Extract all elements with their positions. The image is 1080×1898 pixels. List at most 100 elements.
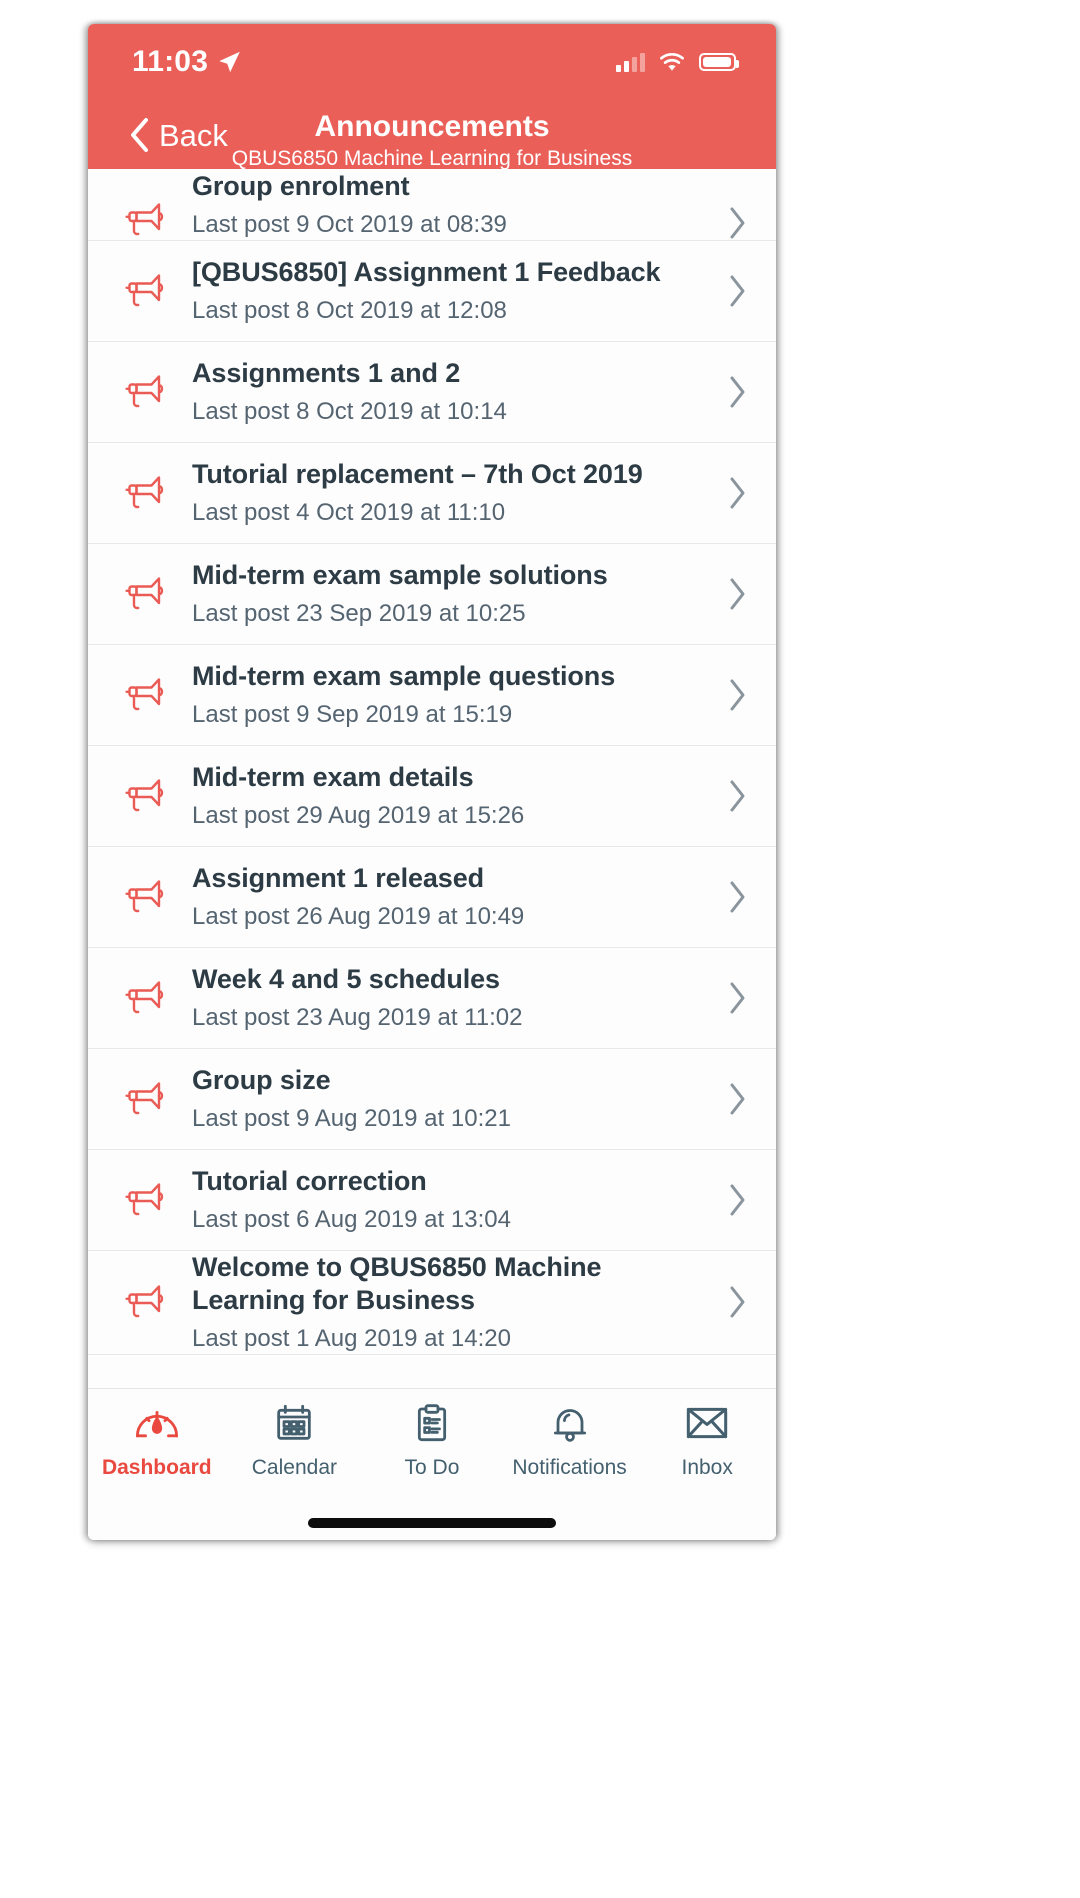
announcement-chevron[interactable]: [722, 1082, 748, 1116]
announcement-texts: Mid-term exam sample solutions Last post…: [176, 559, 722, 629]
announcement-chevron[interactable]: [722, 476, 748, 510]
announcement-icon-wrap: [114, 776, 176, 816]
announcement-title: [QBUS6850] Assignment 1 Feedback: [192, 257, 661, 288]
announcements-list[interactable]: Group enrolment Last post 9 Oct 2019 at …: [88, 169, 776, 1388]
announcement-title: Mid-term exam sample solutions: [192, 560, 608, 591]
status-bar: 11:03: [88, 24, 776, 100]
announcement-meta: Last post 6 Aug 2019 at 13:04: [192, 1205, 511, 1233]
megaphone-icon: [125, 1082, 164, 1115]
announcement-row[interactable]: Tutorial replacement – 7th Oct 2019 Last…: [88, 443, 776, 544]
announcement-chevron[interactable]: [722, 577, 748, 611]
announcement-chevron[interactable]: [722, 678, 748, 712]
announcement-title: Mid-term exam details: [192, 762, 474, 793]
announcement-row[interactable]: Group enrolment Last post 9 Oct 2019 at …: [88, 169, 776, 241]
megaphone-icon: [125, 476, 164, 509]
megaphone-icon: [125, 1183, 164, 1216]
announcement-texts: [QBUS6850] Assignment 1 Feedback Last po…: [176, 256, 722, 326]
chevron-right-icon: [730, 275, 745, 307]
envelope-icon: [686, 1407, 728, 1439]
tab-dashboard[interactable]: Dashboard: [88, 1403, 226, 1478]
announcement-row[interactable]: Mid-term exam sample questions Last post…: [88, 645, 776, 746]
clipboard-icon: [417, 1404, 447, 1442]
announcement-icon-wrap: [114, 675, 176, 715]
bottom-tab-bar[interactable]: Dashboard Calendar To Do Notifications I…: [88, 1388, 776, 1506]
envelope-icon-wrap: [684, 1403, 730, 1448]
announcement-row[interactable]: Group size Last post 9 Aug 2019 at 10:21: [88, 1049, 776, 1150]
megaphone-icon: [125, 375, 164, 408]
announcement-texts: Group enrolment Last post 9 Oct 2019 at …: [176, 171, 722, 240]
megaphone-icon: [125, 274, 164, 307]
battery-full-icon: [699, 53, 739, 71]
announcement-meta: Last post 8 Oct 2019 at 10:14: [192, 397, 507, 425]
tab-label: Calendar: [251, 1456, 337, 1479]
announcement-texts: Welcome to QBUS6850 Machine Learning for…: [176, 1251, 722, 1354]
megaphone-icon: [125, 678, 164, 711]
announcement-meta: Last post 9 Oct 2019 at 08:39: [192, 211, 507, 238]
chevron-right-icon: [730, 376, 745, 408]
announcement-meta: Last post 26 Aug 2019 at 10:49: [192, 902, 525, 930]
chevron-right-icon: [730, 1083, 745, 1115]
announcement-row[interactable]: Tutorial correction Last post 6 Aug 2019…: [88, 1150, 776, 1251]
megaphone-icon: [125, 1285, 164, 1318]
announcement-row[interactable]: Assignment 1 released Last post 26 Aug 2…: [88, 847, 776, 948]
announcement-chevron[interactable]: [722, 1183, 748, 1217]
chevron-right-icon: [730, 982, 745, 1014]
tab-label: Dashboard: [101, 1456, 212, 1479]
announcement-title: Mid-term exam sample questions: [192, 661, 616, 692]
announcement-icon-wrap: [114, 574, 176, 614]
announcement-meta: Last post 9 Aug 2019 at 10:21: [192, 1104, 511, 1132]
page-title: Announcements: [314, 110, 550, 143]
tab-label: To Do: [404, 1456, 460, 1479]
bell-icon-wrap: [547, 1403, 593, 1448]
app-header: 11:03 Back Announcements QBUS6850 Machin…: [88, 24, 776, 171]
location-arrow-icon: [219, 51, 240, 73]
announcement-texts: Tutorial replacement – 7th Oct 2019 Last…: [176, 458, 722, 528]
announcement-row[interactable]: Assignments 1 and 2 Last post 8 Oct 2019…: [88, 342, 776, 443]
announcement-chevron[interactable]: [722, 779, 748, 813]
announcement-icon-wrap: [114, 978, 176, 1018]
announcement-chevron[interactable]: [722, 375, 748, 409]
announcement-title: Group size: [192, 1065, 331, 1096]
announcement-chevron[interactable]: [722, 274, 748, 308]
announcement-meta: Last post 9 Sep 2019 at 15:19: [192, 700, 513, 728]
announcement-texts: Mid-term exam sample questions Last post…: [176, 660, 722, 730]
announcement-icon-wrap: [114, 271, 176, 311]
page-subtitle: QBUS6850 Machine Learning for Business: [231, 146, 633, 170]
megaphone-icon: [125, 779, 164, 812]
tab-calendar[interactable]: Calendar: [226, 1403, 364, 1478]
nav-title-block: Announcements QBUS6850 Machine Learning …: [88, 110, 776, 171]
announcement-title: Assignment 1 released: [192, 863, 485, 894]
status-bar-right: [616, 52, 739, 73]
phone-screen: 11:03 Back Announcements QBUS6850 Machin…: [88, 24, 776, 1540]
calendar-icon-wrap: [271, 1403, 317, 1448]
cellular-signal-icon: [616, 52, 645, 72]
announcement-texts: Tutorial correction Last post 6 Aug 2019…: [176, 1165, 722, 1235]
announcement-icon-wrap: [114, 200, 176, 240]
announcement-icon-wrap: [114, 1180, 176, 1220]
announcement-chevron[interactable]: [722, 1285, 748, 1319]
announcement-chevron[interactable]: [722, 206, 748, 240]
bell-icon: [553, 1409, 586, 1442]
announcement-texts: Group size Last post 9 Aug 2019 at 10:21: [176, 1064, 722, 1134]
tab-notifications[interactable]: Notifications: [501, 1403, 639, 1478]
megaphone-icon: [125, 203, 164, 236]
announcement-row[interactable]: Mid-term exam details Last post 29 Aug 2…: [88, 746, 776, 847]
announcement-icon-wrap: [114, 1079, 176, 1119]
announcement-chevron[interactable]: [722, 880, 748, 914]
chevron-right-icon: [730, 679, 745, 711]
announcement-row[interactable]: Week 4 and 5 schedules Last post 23 Aug …: [88, 948, 776, 1049]
home-indicator-bar[interactable]: [308, 1518, 556, 1528]
announcement-row[interactable]: [QBUS6850] Assignment 1 Feedback Last po…: [88, 241, 776, 342]
tab-inbox[interactable]: Inbox: [638, 1403, 776, 1478]
announcement-title: Week 4 and 5 schedules: [192, 964, 500, 995]
chevron-right-icon: [730, 207, 745, 239]
announcement-title: Group enrolment: [192, 171, 410, 202]
announcement-chevron[interactable]: [722, 981, 748, 1015]
announcement-row[interactable]: Mid-term exam sample solutions Last post…: [88, 544, 776, 645]
gauge-icon-wrap: [134, 1403, 180, 1448]
announcement-row[interactable]: Welcome to QBUS6850 Machine Learning for…: [88, 1251, 776, 1355]
tab-to-do[interactable]: To Do: [363, 1403, 501, 1478]
nav-bar: Back Announcements QBUS6850 Machine Lear…: [88, 100, 776, 171]
announcement-meta: Last post 23 Aug 2019 at 11:02: [192, 1003, 523, 1031]
announcement-texts: Mid-term exam details Last post 29 Aug 2…: [176, 761, 722, 831]
